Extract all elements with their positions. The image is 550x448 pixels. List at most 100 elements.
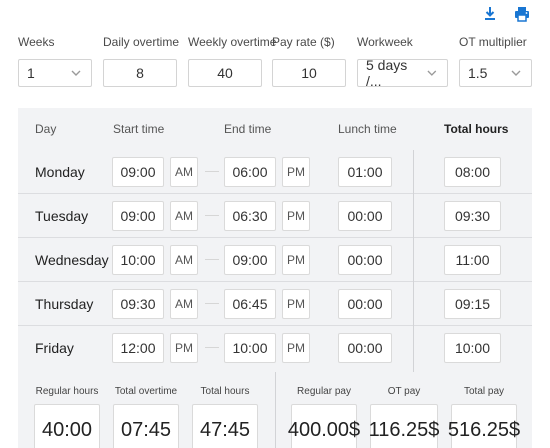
- day-label: Thursday: [35, 296, 94, 312]
- ot-multiplier-value: 1.5: [468, 65, 488, 81]
- daily-overtime-setting: Daily overtime 8: [103, 34, 180, 87]
- total-pay-value: 516.25$: [448, 404, 520, 448]
- end-time-input[interactable]: 09:00: [224, 245, 276, 275]
- table-row: Friday 12:00 PM 10:00 PM 00:00 10:00: [18, 326, 532, 370]
- workweek-value: 5 days /...: [366, 57, 408, 89]
- weeks-label: Weeks: [18, 35, 55, 49]
- header-start-time: Start time: [113, 122, 165, 136]
- table-row: Monday 09:00 AM 06:00 PM 01:00 08:00: [18, 150, 532, 194]
- range-separator: [205, 303, 219, 304]
- ot-pay-summary: OT pay 116.25$: [369, 386, 439, 448]
- start-time-input[interactable]: 10:00: [112, 245, 164, 275]
- workweek-label: Workweek: [357, 35, 413, 49]
- start-time-input[interactable]: 09:30: [112, 289, 164, 319]
- table-header: Day Start time End time Lunch time Total…: [18, 108, 532, 150]
- end-time-input[interactable]: 06:30: [224, 201, 276, 231]
- header-day: Day: [35, 122, 57, 136]
- total-hours-value: 08:00: [444, 157, 501, 187]
- total-overtime-summary: Total overtime 07:45: [113, 386, 179, 448]
- start-ampm-toggle[interactable]: AM: [170, 289, 198, 319]
- header-end-time: End time: [224, 122, 272, 136]
- total-hours-summary-value: 47:45: [192, 404, 258, 448]
- workweek-setting: Workweek 5 days /...: [357, 34, 448, 89]
- regular-pay-value: 400.00$: [288, 404, 360, 448]
- total-hours-value: 11:00: [444, 245, 501, 275]
- ot-pay-value: 116.25$: [369, 404, 439, 448]
- table-row: Thursday 09:30 AM 06:45 PM 00:00 09:15: [18, 282, 532, 326]
- lunch-time-input[interactable]: 01:00: [338, 157, 392, 187]
- day-label: Wednesday: [35, 252, 109, 268]
- end-ampm-toggle[interactable]: PM: [282, 201, 310, 231]
- pay-rate-input[interactable]: 10: [272, 59, 346, 87]
- pay-rate-setting: Pay rate ($) 10: [272, 34, 346, 87]
- weeks-setting: Weeks 1: [18, 34, 92, 87]
- total-pay-label: Total pay: [463, 386, 505, 397]
- total-pay-summary: Total pay 516.25$: [448, 386, 520, 448]
- chevron-down-icon: [71, 70, 81, 76]
- ot-multiplier-setting: OT multiplier 1.5: [459, 34, 532, 87]
- total-overtime-value: 07:45: [113, 404, 179, 448]
- day-rows: Monday 09:00 AM 06:00 PM 01:00 08:00 Tue…: [18, 150, 532, 370]
- start-time-input[interactable]: 09:00: [112, 201, 164, 231]
- weekly-overtime-setting: Weekly overtime 40: [188, 34, 277, 87]
- end-ampm-toggle[interactable]: PM: [282, 157, 310, 187]
- weekly-overtime-label: Weekly overtime: [188, 35, 277, 49]
- header-total-hours: Total hours: [444, 122, 509, 136]
- summary-divider: [275, 372, 276, 448]
- daily-overtime-input[interactable]: 8: [103, 59, 177, 87]
- start-ampm-toggle[interactable]: AM: [170, 245, 198, 275]
- total-hours-label: Total hours: [200, 386, 250, 397]
- summary-section: Regular hours 40:00 Total overtime 07:45…: [18, 372, 532, 448]
- lunch-time-input[interactable]: 00:00: [338, 201, 392, 231]
- start-time-input[interactable]: 12:00: [112, 333, 164, 363]
- total-overtime-label: Total overtime: [114, 386, 178, 397]
- print-icon[interactable]: [514, 6, 530, 22]
- header-lunch-time: Lunch time: [338, 122, 397, 136]
- start-ampm-toggle[interactable]: PM: [170, 333, 198, 363]
- day-label: Friday: [35, 340, 74, 356]
- end-ampm-toggle[interactable]: PM: [282, 289, 310, 319]
- weeks-value: 1: [27, 65, 35, 81]
- weeks-select[interactable]: 1: [18, 59, 92, 87]
- timesheet-panel: Day Start time End time Lunch time Total…: [18, 108, 532, 448]
- range-separator: [205, 215, 219, 216]
- range-separator: [205, 171, 219, 172]
- ot-pay-label: OT pay: [387, 386, 421, 397]
- total-hours-summary: Total hours 47:45: [192, 386, 258, 448]
- start-ampm-toggle[interactable]: AM: [170, 157, 198, 187]
- regular-hours-label: Regular hours: [35, 386, 99, 397]
- column-divider: [413, 150, 414, 372]
- daily-overtime-label: Daily overtime: [103, 35, 180, 49]
- weekly-overtime-input[interactable]: 40: [188, 59, 262, 87]
- end-time-input[interactable]: 10:00: [224, 333, 276, 363]
- chevron-down-icon: [427, 70, 437, 76]
- end-ampm-toggle[interactable]: PM: [282, 333, 310, 363]
- total-hours-value: 09:30: [444, 201, 501, 231]
- workweek-select[interactable]: 5 days /...: [357, 57, 448, 89]
- end-time-input[interactable]: 06:45: [224, 289, 276, 319]
- range-separator: [205, 347, 219, 348]
- settings-row: Weeks 1 Daily overtime 8 Weekly overtime…: [18, 34, 532, 90]
- lunch-time-input[interactable]: 00:00: [338, 289, 392, 319]
- table-row: Tuesday 09:00 AM 06:30 PM 00:00 09:30: [18, 194, 532, 238]
- regular-hours-summary: Regular hours 40:00: [34, 386, 100, 448]
- start-ampm-toggle[interactable]: AM: [170, 201, 198, 231]
- regular-pay-summary: Regular pay 400.00$: [288, 386, 360, 448]
- start-time-input[interactable]: 09:00: [112, 157, 164, 187]
- regular-hours-value: 40:00: [34, 404, 100, 448]
- chevron-down-icon: [511, 70, 521, 76]
- end-time-input[interactable]: 06:00: [224, 157, 276, 187]
- pay-rate-label: Pay rate ($): [272, 35, 335, 49]
- total-hours-value: 10:00: [444, 333, 501, 363]
- range-separator: [205, 259, 219, 260]
- ot-multiplier-select[interactable]: 1.5: [459, 59, 532, 87]
- ot-multiplier-label: OT multiplier: [459, 35, 527, 49]
- lunch-time-input[interactable]: 00:00: [338, 245, 392, 275]
- end-ampm-toggle[interactable]: PM: [282, 245, 310, 275]
- regular-pay-label: Regular pay: [297, 386, 351, 397]
- download-icon[interactable]: [482, 6, 498, 22]
- lunch-time-input[interactable]: 00:00: [338, 333, 392, 363]
- table-row: Wednesday 10:00 AM 09:00 PM 00:00 11:00: [18, 238, 532, 282]
- day-label: Tuesday: [35, 208, 89, 224]
- total-hours-value: 09:15: [444, 289, 501, 319]
